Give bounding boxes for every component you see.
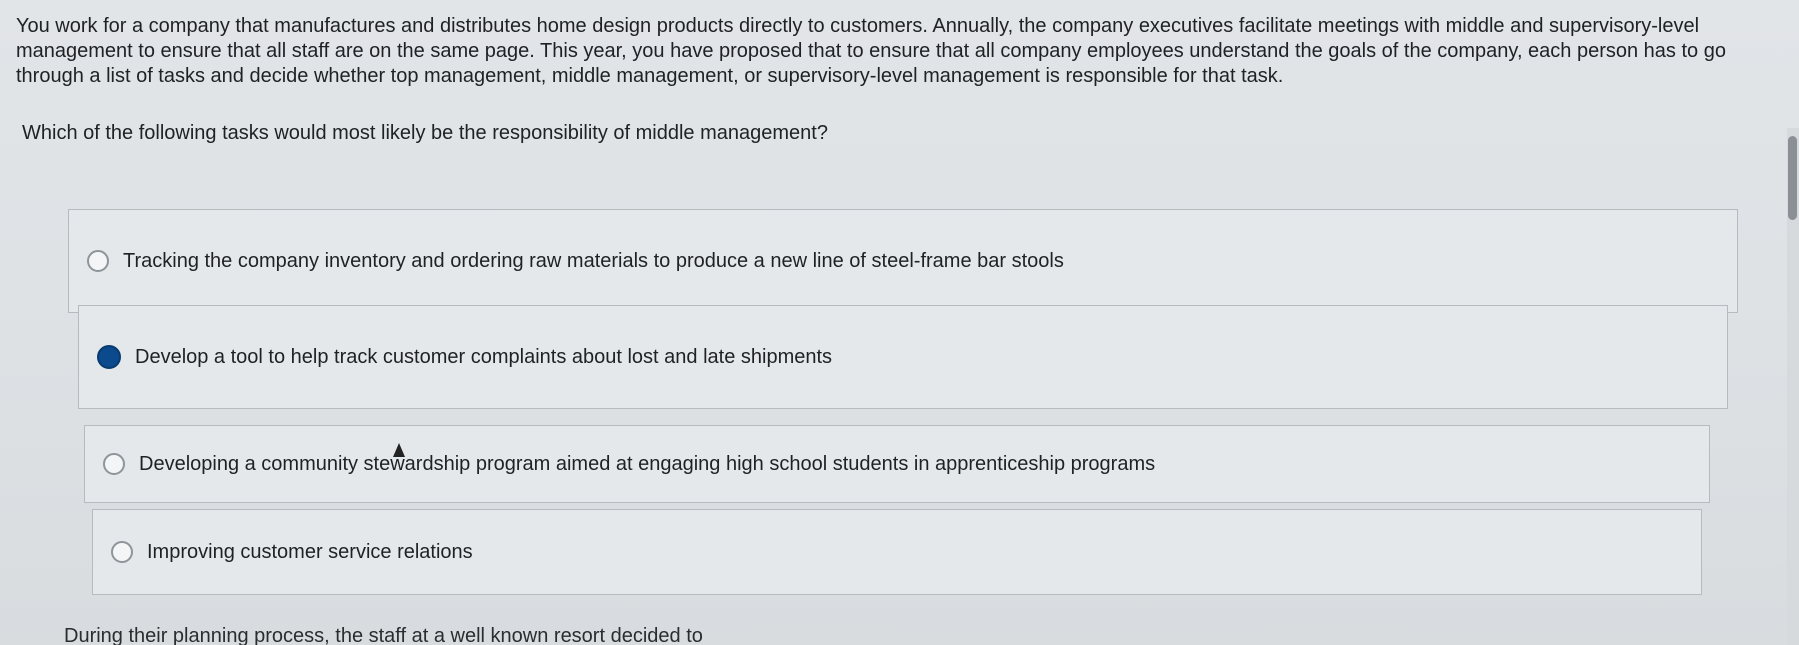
answer-option-label: Tracking the company inventory and order… [123, 250, 1064, 272]
mouse-pointer-icon [393, 443, 405, 457]
radio-button-unselected[interactable] [87, 250, 109, 272]
answer-option-1[interactable]: Tracking the company inventory and order… [68, 209, 1738, 313]
quiz-page: You work for a company that manufactures… [0, 0, 1799, 645]
answer-option-2[interactable]: Develop a tool to help track customer co… [78, 305, 1728, 409]
answer-option-label: Improving customer service relations [147, 541, 473, 563]
answer-option-label: Developing a community stewardship progr… [139, 453, 1156, 475]
answer-option-4[interactable]: Improving customer service relations [92, 509, 1702, 595]
radio-button-unselected[interactable] [111, 541, 133, 563]
radio-button-unselected[interactable] [103, 453, 125, 475]
scrollbar-thumb[interactable] [1788, 136, 1797, 220]
next-question-text: During their planning process, the staff… [64, 625, 703, 645]
question-prompt: Which of the following tasks would most … [22, 122, 828, 144]
question-scenario: You work for a company that manufactures… [16, 15, 1726, 87]
answer-option-3[interactable]: Developing a community stewardship progr… [84, 425, 1710, 503]
answer-option-label: Develop a tool to help track customer co… [135, 346, 833, 368]
radio-button-selected[interactable] [97, 345, 121, 369]
